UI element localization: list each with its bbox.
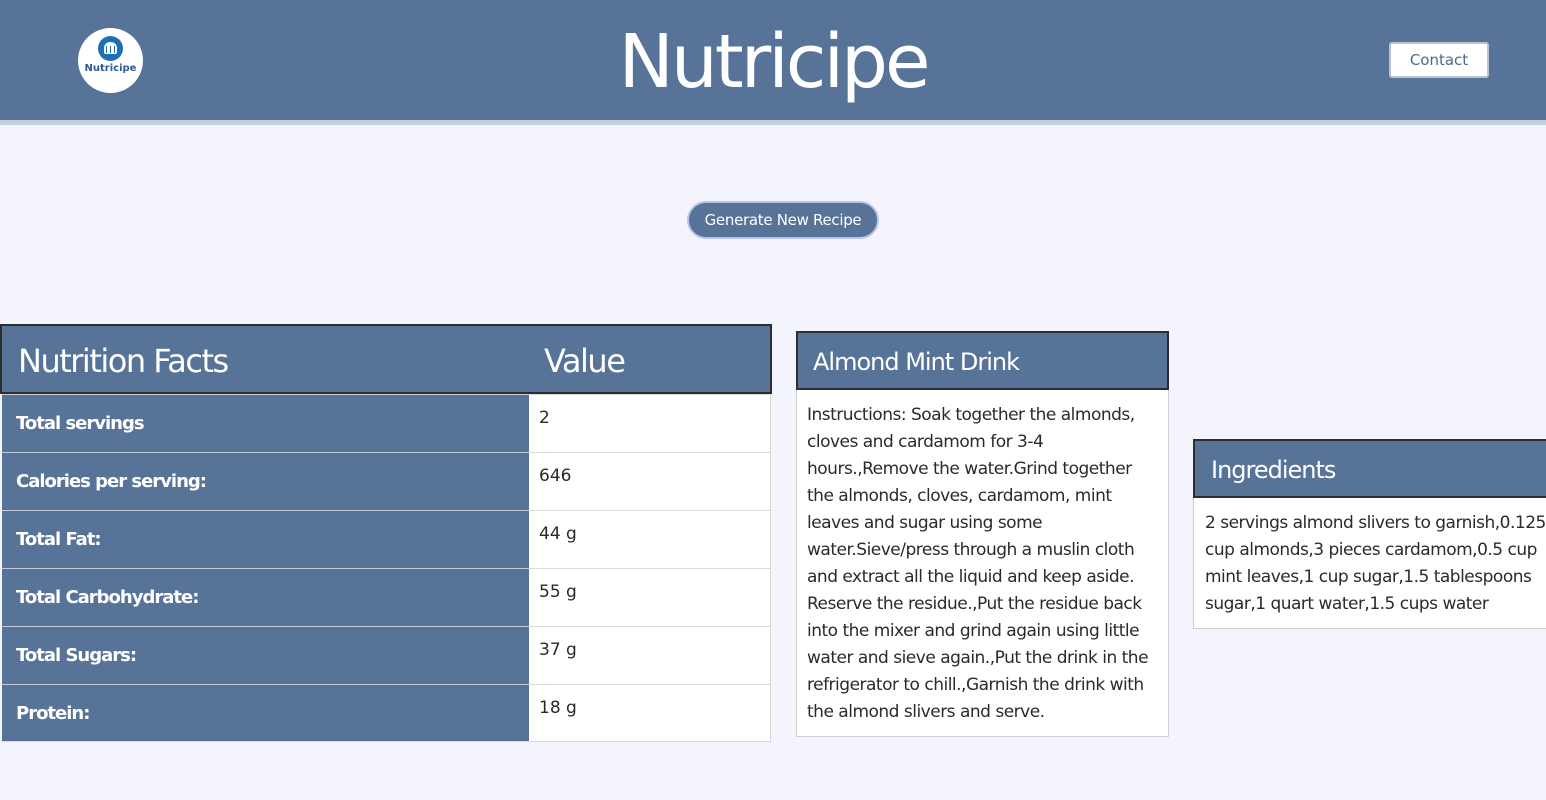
table-row: Total Carbohydrate: 55 g bbox=[0, 568, 772, 626]
row-value: 2 bbox=[529, 394, 771, 452]
ingredients-list: 2 servings almond slivers to garnish,0.1… bbox=[1193, 498, 1546, 629]
row-value: 18 g bbox=[529, 684, 771, 742]
ingredients-title: Ingredients bbox=[1193, 439, 1546, 498]
table-row: Total Fat: 44 g bbox=[0, 510, 772, 568]
ingredients-card: Ingredients 2 servings almond slivers to… bbox=[1193, 439, 1546, 629]
recipe-card: Almond Mint Drink Instructions: Soak tog… bbox=[796, 331, 1169, 737]
generate-recipe-button[interactable]: Generate New Recipe bbox=[687, 201, 879, 239]
nutrition-table-header: Nutrition Facts Value bbox=[0, 324, 772, 394]
row-label: Total Sugars: bbox=[2, 626, 529, 684]
row-value: 646 bbox=[529, 452, 771, 510]
value-heading: Value bbox=[544, 342, 626, 380]
recipe-title: Almond Mint Drink bbox=[796, 331, 1169, 390]
table-row: Calories per serving: 646 bbox=[0, 452, 772, 510]
row-value: 44 g bbox=[529, 510, 771, 568]
nutrition-facts-heading: Nutrition Facts bbox=[18, 342, 229, 380]
table-row: Total servings 2 bbox=[0, 394, 772, 452]
recipe-instructions: Instructions: Soak together the almonds,… bbox=[796, 390, 1169, 737]
row-label: Total Fat: bbox=[2, 510, 529, 568]
contact-button[interactable]: Contact bbox=[1389, 42, 1489, 78]
site-title: Nutricipe bbox=[618, 19, 931, 105]
row-label: Total servings bbox=[2, 394, 529, 452]
site-header: Nutricipe Nutricipe Contact bbox=[0, 0, 1546, 120]
table-row: Protein: 18 g bbox=[0, 684, 772, 742]
header-divider bbox=[0, 120, 1546, 125]
table-row: Total Sugars: 37 g bbox=[0, 626, 772, 684]
row-label: Calories per serving: bbox=[2, 452, 529, 510]
row-value: 55 g bbox=[529, 568, 771, 626]
row-label: Total Carbohydrate: bbox=[2, 568, 529, 626]
row-label: Protein: bbox=[2, 684, 529, 742]
row-value: 37 g bbox=[529, 626, 771, 684]
